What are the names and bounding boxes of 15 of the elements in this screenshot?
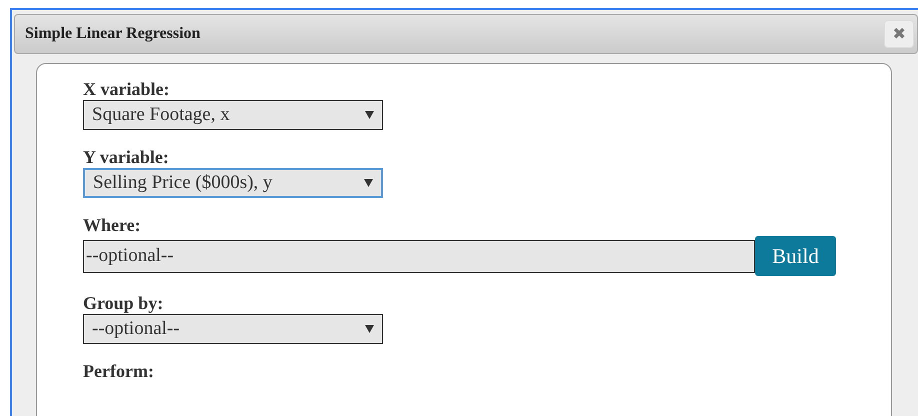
field-label: Group by: <box>83 292 164 314</box>
dropdown[interactable]: Square Footage, x <box>83 100 383 130</box>
field-label: Where: <box>83 214 142 236</box>
caret-icon <box>364 179 373 187</box>
field-label: Perform: <box>83 360 155 382</box>
dropdown[interactable]: --optional-- <box>83 314 383 344</box>
caret-icon <box>365 111 374 119</box>
caret-icon <box>365 325 374 333</box>
dropdown[interactable]: Selling Price ($000s), y <box>83 168 383 198</box>
field-label: Y variable: <box>83 146 170 168</box>
where-input[interactable]: --optional-- <box>83 240 755 272</box>
field-label: X variable: <box>83 78 170 100</box>
build-button[interactable]: Build <box>755 236 836 276</box>
dialog-title: Simple Linear Regression <box>25 25 200 43</box>
close-button[interactable]: ✖ <box>884 20 914 48</box>
